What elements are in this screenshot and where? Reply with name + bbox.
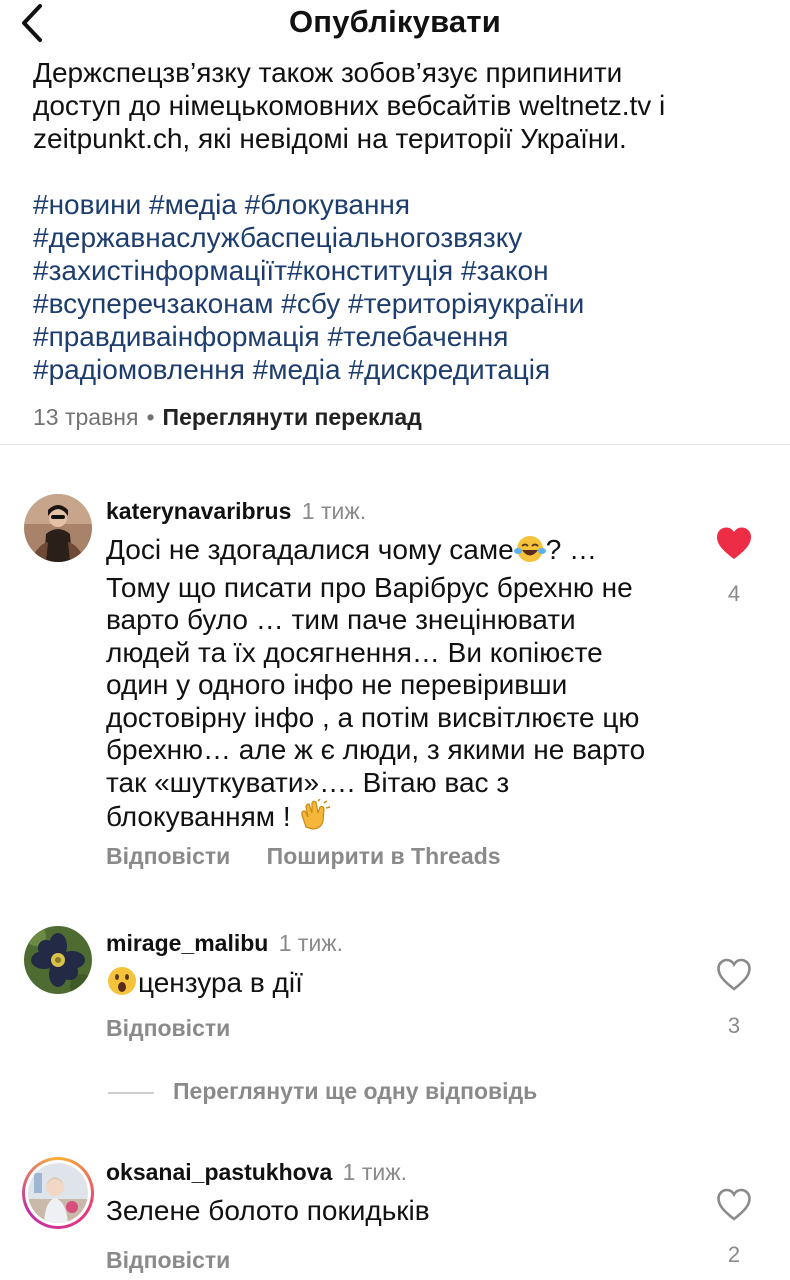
caption-line: zeitpunkt.ch, які невідомі на території … bbox=[33, 123, 627, 154]
heart-outline-icon[interactable] bbox=[714, 1185, 754, 1225]
like-count: 4 bbox=[727, 581, 741, 606]
caption-line: доступ до німецькомовних вебсайтів weltn… bbox=[33, 90, 666, 121]
comment-text-line: один у одного інфо не перевіривши bbox=[106, 669, 568, 700]
comment-time: 1 тиж. bbox=[301, 498, 367, 524]
comment-text-line: так «шуткувати»…. Вітаю вас з bbox=[106, 766, 510, 798]
avatar[interactable] bbox=[24, 926, 92, 994]
share-threads-button[interactable]: Поширити в Threads bbox=[267, 843, 501, 869]
page-title: Опублікувати bbox=[288, 4, 502, 39]
comment-text-line: Тому що писати про Варібрус брехню не bbox=[106, 571, 633, 603]
hashtag-line[interactable]: #радіомовлення #медіа #дискредитація bbox=[33, 354, 550, 385]
hashtag-line[interactable]: #новини #медіа #блокування bbox=[33, 189, 410, 220]
view-more-replies-label[interactable]: Переглянути ще одну відповідь bbox=[173, 1078, 537, 1105]
comment-text: цензура в дії bbox=[106, 965, 706, 1005]
comment-text-line: цензура в дії bbox=[138, 967, 303, 998]
comment-text: Досі не здогадалися чому саме ? … Тому що… bbox=[106, 534, 706, 839]
comment-text-line: ? … bbox=[545, 534, 598, 565]
meta-separator: • bbox=[146, 404, 155, 430]
user-photo-icon bbox=[28, 1163, 88, 1223]
reply-button[interactable]: Відповісти bbox=[106, 1247, 230, 1273]
comment-text-line: достовірну інфо , а потім висвітлюєте цю bbox=[106, 701, 640, 733]
comment-time: 1 тиж. bbox=[342, 1159, 407, 1185]
laughing-tears-emoji bbox=[513, 534, 546, 572]
replies-line bbox=[108, 1092, 154, 1094]
avatar[interactable] bbox=[24, 494, 92, 562]
hashtag-line[interactable]: #державнаслужбаспеціальногозвязку bbox=[33, 222, 522, 253]
comment-text-line: блокуванням ! bbox=[106, 801, 291, 832]
comment-username[interactable]: katerynavaribrus bbox=[106, 498, 291, 524]
hashtag-line[interactable]: #правдиваінформація #телебачення bbox=[33, 321, 508, 352]
comment-text-line: людей та їх досягнення… Ви копіюєте bbox=[106, 636, 603, 668]
comment-username[interactable]: oksanai_pastukhova bbox=[106, 1159, 332, 1185]
comment-text-line: варто було … тим паче знецінювати bbox=[106, 604, 576, 635]
comment-time: 1 тиж. bbox=[278, 930, 344, 956]
surprised-face-emoji bbox=[106, 965, 138, 1005]
reply-button[interactable]: Відповісти bbox=[106, 1015, 230, 1041]
comment-text: Зелене болото покидьків bbox=[106, 1195, 706, 1228]
clapping-hands-emoji bbox=[298, 798, 332, 839]
reply-button[interactable]: Відповісти bbox=[106, 843, 230, 869]
heart-filled-icon[interactable] bbox=[714, 524, 754, 564]
post-meta: 13 травня • Переглянути переклад bbox=[33, 404, 422, 431]
like-count: 3 bbox=[727, 1013, 741, 1038]
divider bbox=[0, 444, 790, 445]
hashtag-line[interactable]: #захистінформаціїт#конституція #закон bbox=[33, 255, 549, 286]
hashtag-line[interactable]: #всуперечзаконам #сбу #територіяукраїни bbox=[33, 288, 584, 319]
flower-photo-icon bbox=[24, 926, 92, 994]
comment-text-line: брехню… але ж є люди, з якими не варто bbox=[106, 734, 646, 765]
comment-username[interactable]: mirage_malibu bbox=[106, 930, 268, 956]
like-count: 2 bbox=[727, 1242, 741, 1267]
comment-text-line: Зелене болото покидьків bbox=[106, 1195, 430, 1226]
top-bar: Опублікувати bbox=[0, 0, 790, 62]
heart-outline-icon[interactable] bbox=[714, 955, 754, 995]
hashtag-block: #новини #медіа #блокування #державнаслуж… bbox=[33, 188, 763, 386]
see-translation-link[interactable]: Переглянути переклад bbox=[163, 404, 422, 430]
post-caption: Держспецзв’язку також зобов’язує припини… bbox=[33, 56, 763, 386]
comment-text-line: Досі не здогадалися чому саме bbox=[106, 534, 514, 565]
avatar[interactable] bbox=[22, 1157, 94, 1229]
post-date: 13 травня bbox=[33, 404, 139, 430]
user-photo-icon bbox=[24, 494, 92, 562]
